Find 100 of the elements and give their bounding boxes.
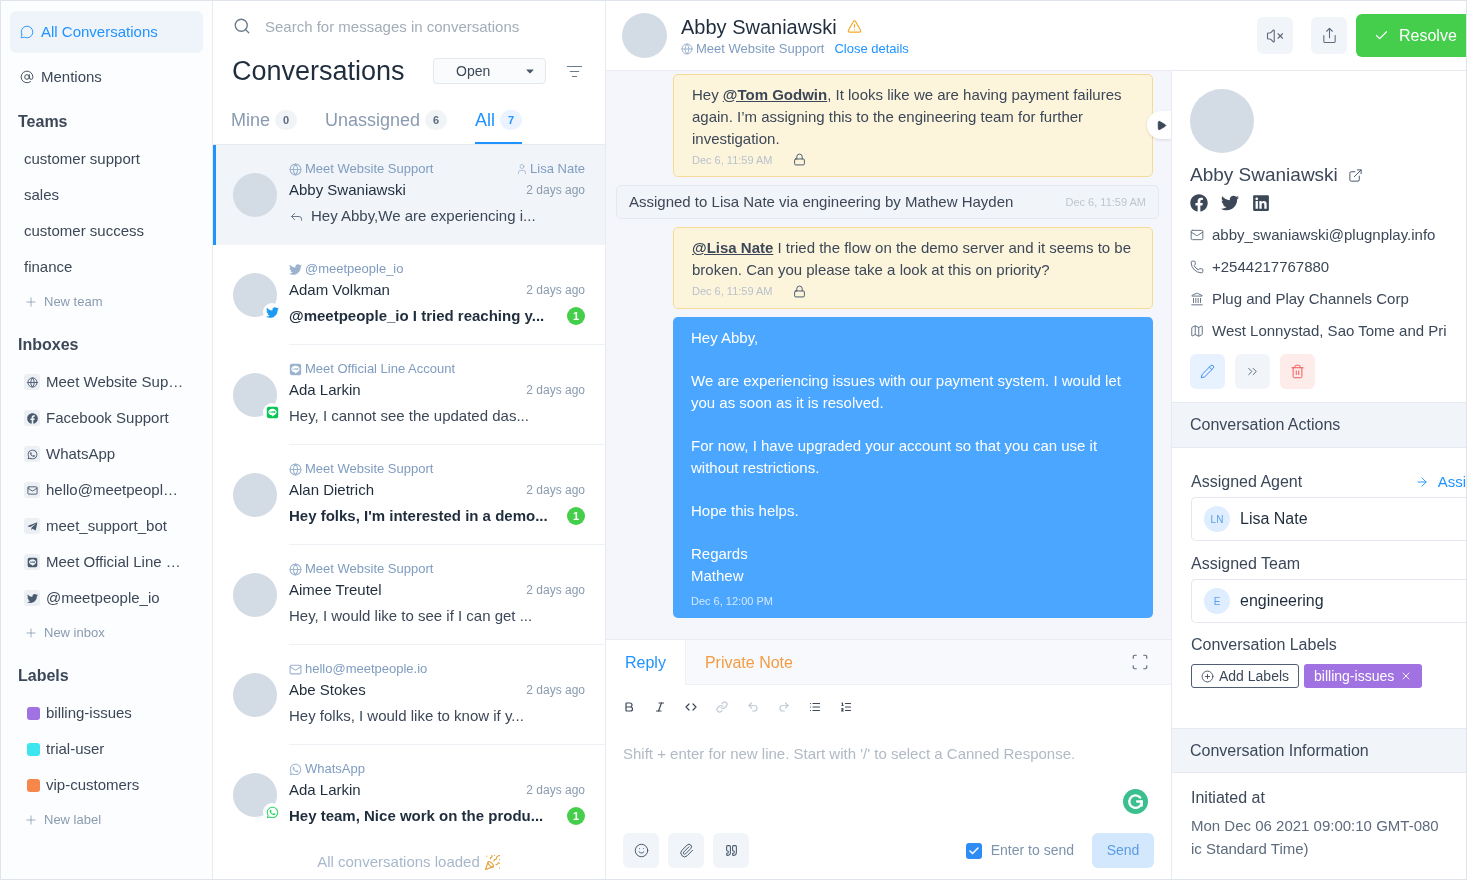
contact-name: Ada Larkin (289, 779, 361, 800)
timestamp: Dec 6, 11:59 AM (692, 284, 773, 299)
phone-icon (1190, 260, 1204, 274)
agent-select[interactable]: LN Lisa Nate (1191, 497, 1466, 541)
filter-tab[interactable]: Mine 0 (231, 98, 297, 144)
message-preview: Hey, I would like to see if I can get ... (289, 605, 533, 626)
contact-name: Abe Stokes (289, 679, 366, 700)
section-header[interactable]: Conversation Information (1172, 728, 1466, 773)
contact-name: Abby Swaniawski (1190, 162, 1338, 187)
message-preview: @meetpeople_io I tried reaching y... (289, 305, 545, 326)
status-dropdown[interactable]: Open (433, 58, 546, 84)
whatsapp-icon (263, 803, 281, 821)
sidebar-item[interactable]: customer support (10, 141, 203, 177)
linkedin-icon[interactable] (1252, 194, 1270, 212)
share-button[interactable] (1311, 17, 1347, 54)
emoji-button[interactable] (623, 833, 659, 868)
sidebar-item[interactable]: vip-customers (10, 767, 203, 803)
sidebar-item[interactable]: Meet Official Line … (10, 544, 203, 580)
line-icon (289, 362, 302, 376)
lock-icon (792, 284, 806, 298)
trash-icon (1290, 364, 1305, 379)
sidebar-item[interactable]: sales (10, 177, 203, 213)
contact-name: Adam Volkman (289, 279, 390, 300)
bold-icon[interactable] (623, 701, 635, 713)
contact-name: Alan Dietrich (289, 479, 375, 500)
expand-icon[interactable] (1131, 653, 1149, 671)
activity-text: Assigned to Lisa Nate via engineering by Mathew Hayden (629, 191, 1014, 212)
sidebar-item[interactable]: meet_support_bot (10, 508, 203, 544)
sidebar-item[interactable]: Facebook Support (10, 400, 203, 436)
sidebar-item[interactable]: finance (10, 249, 203, 285)
quote-icon (724, 844, 738, 857)
unread-count-badge: 1 (567, 507, 585, 525)
timestamp: 2 days ago (526, 482, 585, 499)
avatar-placeholder (622, 13, 667, 58)
mail-icon (1190, 228, 1204, 242)
panel-toggle-button[interactable] (1147, 111, 1171, 139)
sidebar-item[interactable]: WhatsApp (10, 436, 203, 472)
message-preview: Hey Abby,We are experiencing i... (311, 205, 536, 226)
numbered-list-icon[interactable] (840, 701, 852, 713)
nav-item[interactable]: Mentions (10, 56, 203, 98)
field-value: Mon Dec 06 2021 09:00:10 GMT-080 (1191, 816, 1440, 837)
sidebar-item[interactable]: billing-issues (10, 695, 203, 731)
contact-detail: West Lonnystad, Sao Tome and Pri (1212, 320, 1447, 341)
external-link-icon[interactable] (1347, 167, 1363, 183)
inbox-name: Meet Official Line Account (305, 360, 456, 379)
count-pill: 7 (500, 110, 523, 130)
message-input[interactable]: Shift + enter for new line. Start with '/' to select a Canned Response. (623, 729, 1154, 777)
lock-icon (792, 153, 806, 167)
add-labels-button[interactable]: Add Labels (1191, 664, 1300, 688)
bulleted-list-icon[interactable] (809, 701, 821, 713)
mute-button[interactable] (1257, 17, 1293, 54)
map-icon (1190, 324, 1204, 338)
line-icon (24, 554, 40, 570)
arrow-right-icon (1414, 475, 1429, 489)
sidebar-item[interactable]: trial-user (10, 731, 203, 767)
timestamp: 2 days ago (526, 182, 585, 199)
filter-tab[interactable]: Unassigned 6 (325, 98, 448, 144)
timestamp: 2 days ago (526, 682, 585, 699)
avatar-placeholder (233, 173, 277, 217)
panel-title: Conversations (232, 54, 405, 88)
avatar-placeholder (233, 373, 277, 417)
at-sign-icon (20, 70, 34, 84)
contact-detail: abby_swaniawski@plugnplay.info (1212, 224, 1436, 245)
sidebar-item[interactable]: hello@meetpeopl… (10, 472, 203, 508)
twitter-icon[interactable] (1221, 194, 1239, 212)
avatar-placeholder (233, 773, 277, 817)
avatar-placeholder (233, 573, 277, 617)
person-icon (516, 163, 529, 175)
plus-icon (24, 813, 38, 827)
attach-button[interactable] (668, 833, 704, 868)
caret-right-icon (1155, 119, 1167, 131)
message-preview: Hey folks, I would like to know if y... (289, 705, 524, 726)
contact-detail: Plug and Play Channels Corp (1212, 288, 1409, 309)
inbox-name: @meetpeople_io (305, 260, 404, 279)
count-pill: 0 (275, 110, 297, 130)
timestamp: 2 days ago (526, 782, 585, 799)
telegram-icon (24, 518, 40, 534)
note-text: Hey @Tom Godwin, It looks like we are having payment failures again. I’m assigning this to the engineering team for further investigation. (692, 84, 1123, 149)
contact-detail: +2544217767880 (1212, 256, 1330, 277)
section-header[interactable]: Conversation Actions (1172, 402, 1466, 448)
inbox-name: Meet Website Support (305, 560, 434, 579)
facebook-icon[interactable] (1190, 194, 1208, 212)
sidebar-item[interactable]: @meetpeople_io (10, 580, 203, 616)
code-icon[interactable] (685, 701, 697, 713)
enter-to-send-checkbox[interactable] (965, 842, 982, 859)
team-select[interactable]: E engineering (1191, 579, 1466, 623)
globe-icon (289, 162, 302, 176)
pencil-icon (1200, 364, 1215, 379)
sidebar-item[interactable]: customer success (10, 213, 203, 249)
quote-button[interactable] (713, 833, 749, 868)
sidebar-item[interactable]: Meet Website Sup… (10, 364, 203, 400)
delete-button[interactable] (1280, 354, 1315, 389)
timestamp: 2 days ago (526, 582, 585, 599)
conversation-item[interactable]: Meet Website Support Lisa Nate Abby Swaniawski 2 days ago Hey Abby,We are experiencing i... (213, 145, 605, 245)
globe-icon (289, 562, 302, 576)
speaker-muted-icon (1266, 26, 1284, 45)
label-tag[interactable]: billing-issues (1304, 664, 1423, 688)
timestamp: Dec 6, 11:59 AM (692, 152, 773, 168)
search-field[interactable]: Search for messages in conversations (265, 11, 585, 41)
italic-icon[interactable] (654, 701, 666, 713)
